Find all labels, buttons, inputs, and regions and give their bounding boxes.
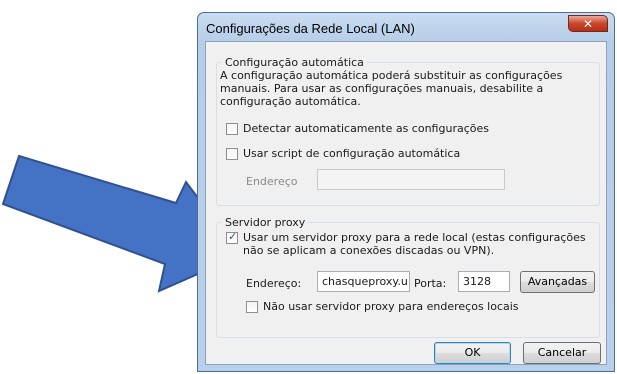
detect-settings-option[interactable]: Detectar automaticamente as configuraçõe… bbox=[226, 122, 489, 135]
proxy-port-input[interactable]: 3128 bbox=[458, 271, 510, 292]
cancel-button[interactable]: Cancelar bbox=[523, 342, 601, 364]
close-button[interactable]: ✕ bbox=[568, 15, 608, 32]
auto-config-description: A configuração automática poderá substit… bbox=[220, 69, 563, 108]
auto-script-checkbox[interactable] bbox=[226, 148, 238, 160]
proxy-port-label: Porta: bbox=[414, 277, 447, 290]
bypass-local-label: Não usar servidor proxy para endereços l… bbox=[263, 300, 519, 313]
lan-settings-dialog: Configurações da Rede Local (LAN) ✕ Conf… bbox=[197, 12, 615, 372]
proxy-address-label: Endereço: bbox=[246, 277, 302, 290]
dialog-title: Configurações da Rede Local (LAN) bbox=[206, 21, 415, 36]
proxy-server-legend: Servidor proxy bbox=[225, 216, 306, 229]
use-proxy-checkbox[interactable] bbox=[226, 230, 238, 244]
auto-script-label: Usar script de configuração automática bbox=[243, 147, 461, 160]
ok-button[interactable]: OK bbox=[434, 342, 511, 364]
bypass-local-option[interactable]: Não usar servidor proxy para endereços l… bbox=[246, 300, 519, 313]
auto-script-address-input[interactable] bbox=[317, 169, 505, 190]
bypass-local-checkbox[interactable] bbox=[246, 301, 258, 313]
detect-settings-label: Detectar automaticamente as configuraçõe… bbox=[243, 122, 489, 135]
use-proxy-label: Usar um servidor proxy para a rede local… bbox=[243, 231, 586, 257]
auto-script-address-label: Endereço bbox=[246, 175, 298, 188]
detect-settings-checkbox[interactable] bbox=[226, 123, 238, 135]
close-icon: ✕ bbox=[582, 17, 594, 31]
proxy-address-input[interactable]: chasqueproxy.u bbox=[317, 271, 410, 292]
auto-script-option[interactable]: Usar script de configuração automática bbox=[226, 147, 460, 160]
advanced-button[interactable]: Avançadas bbox=[520, 271, 595, 293]
auto-config-legend: Configuração automática bbox=[225, 56, 364, 69]
use-proxy-option[interactable]: Usar um servidor proxy para a rede local… bbox=[226, 230, 592, 257]
title-bar: Configurações da Rede Local (LAN) ✕ bbox=[206, 15, 608, 39]
dialog-body: Configuração automática A configuração a… bbox=[205, 41, 607, 365]
